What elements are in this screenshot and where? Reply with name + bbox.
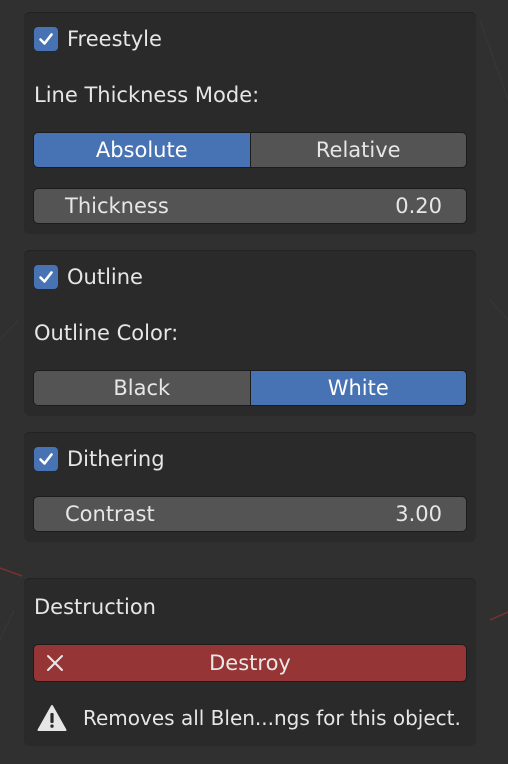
line-thickness-mode-selector: Absolute Relative bbox=[33, 132, 467, 168]
absolute-option[interactable]: Absolute bbox=[34, 133, 250, 167]
freestyle-panel: Freestyle Line Thickness Mode: Absolute … bbox=[24, 12, 476, 234]
freestyle-checkbox[interactable] bbox=[34, 27, 58, 51]
contrast-label: Contrast bbox=[65, 502, 155, 526]
checkmark-icon bbox=[39, 453, 53, 465]
close-icon bbox=[47, 655, 63, 671]
dithering-panel: Dithering Contrast 3.00 bbox=[24, 432, 476, 542]
freestyle-label: Freestyle bbox=[67, 27, 162, 51]
destruction-panel: Destruction Destroy Removes all Blen...n… bbox=[24, 578, 476, 746]
destroy-button[interactable]: Destroy bbox=[33, 644, 467, 682]
thickness-value: 0.20 bbox=[395, 194, 442, 218]
thickness-label: Thickness bbox=[65, 194, 169, 218]
outline-panel: Outline Outline Color: Black White bbox=[24, 250, 476, 416]
contrast-field[interactable]: Contrast 3.00 bbox=[33, 496, 467, 532]
outline-toggle[interactable]: Outline bbox=[34, 263, 143, 291]
line-thickness-mode-label: Line Thickness Mode: bbox=[34, 83, 260, 107]
outline-label: Outline bbox=[67, 265, 143, 289]
white-option[interactable]: White bbox=[249, 371, 466, 405]
warning-icon bbox=[37, 705, 67, 731]
warning-text: Removes all Blen...ngs for this object. bbox=[83, 706, 461, 730]
outline-color-selector: Black White bbox=[33, 370, 467, 406]
freestyle-toggle[interactable]: Freestyle bbox=[34, 25, 162, 53]
relative-option[interactable]: Relative bbox=[249, 133, 466, 167]
dithering-toggle[interactable]: Dithering bbox=[34, 445, 165, 473]
outline-color-label: Outline Color: bbox=[34, 321, 179, 345]
black-option[interactable]: Black bbox=[34, 371, 250, 405]
destruction-title: Destruction bbox=[34, 595, 156, 619]
thickness-field[interactable]: Thickness 0.20 bbox=[33, 188, 467, 224]
contrast-value: 3.00 bbox=[395, 502, 442, 526]
warning-message: Removes all Blen...ngs for this object. bbox=[37, 702, 461, 734]
checkmark-icon bbox=[39, 33, 53, 45]
outline-checkbox[interactable] bbox=[34, 265, 58, 289]
dithering-label: Dithering bbox=[67, 447, 165, 471]
destroy-label: Destroy bbox=[209, 651, 291, 675]
dithering-checkbox[interactable] bbox=[34, 447, 58, 471]
checkmark-icon bbox=[39, 271, 53, 283]
